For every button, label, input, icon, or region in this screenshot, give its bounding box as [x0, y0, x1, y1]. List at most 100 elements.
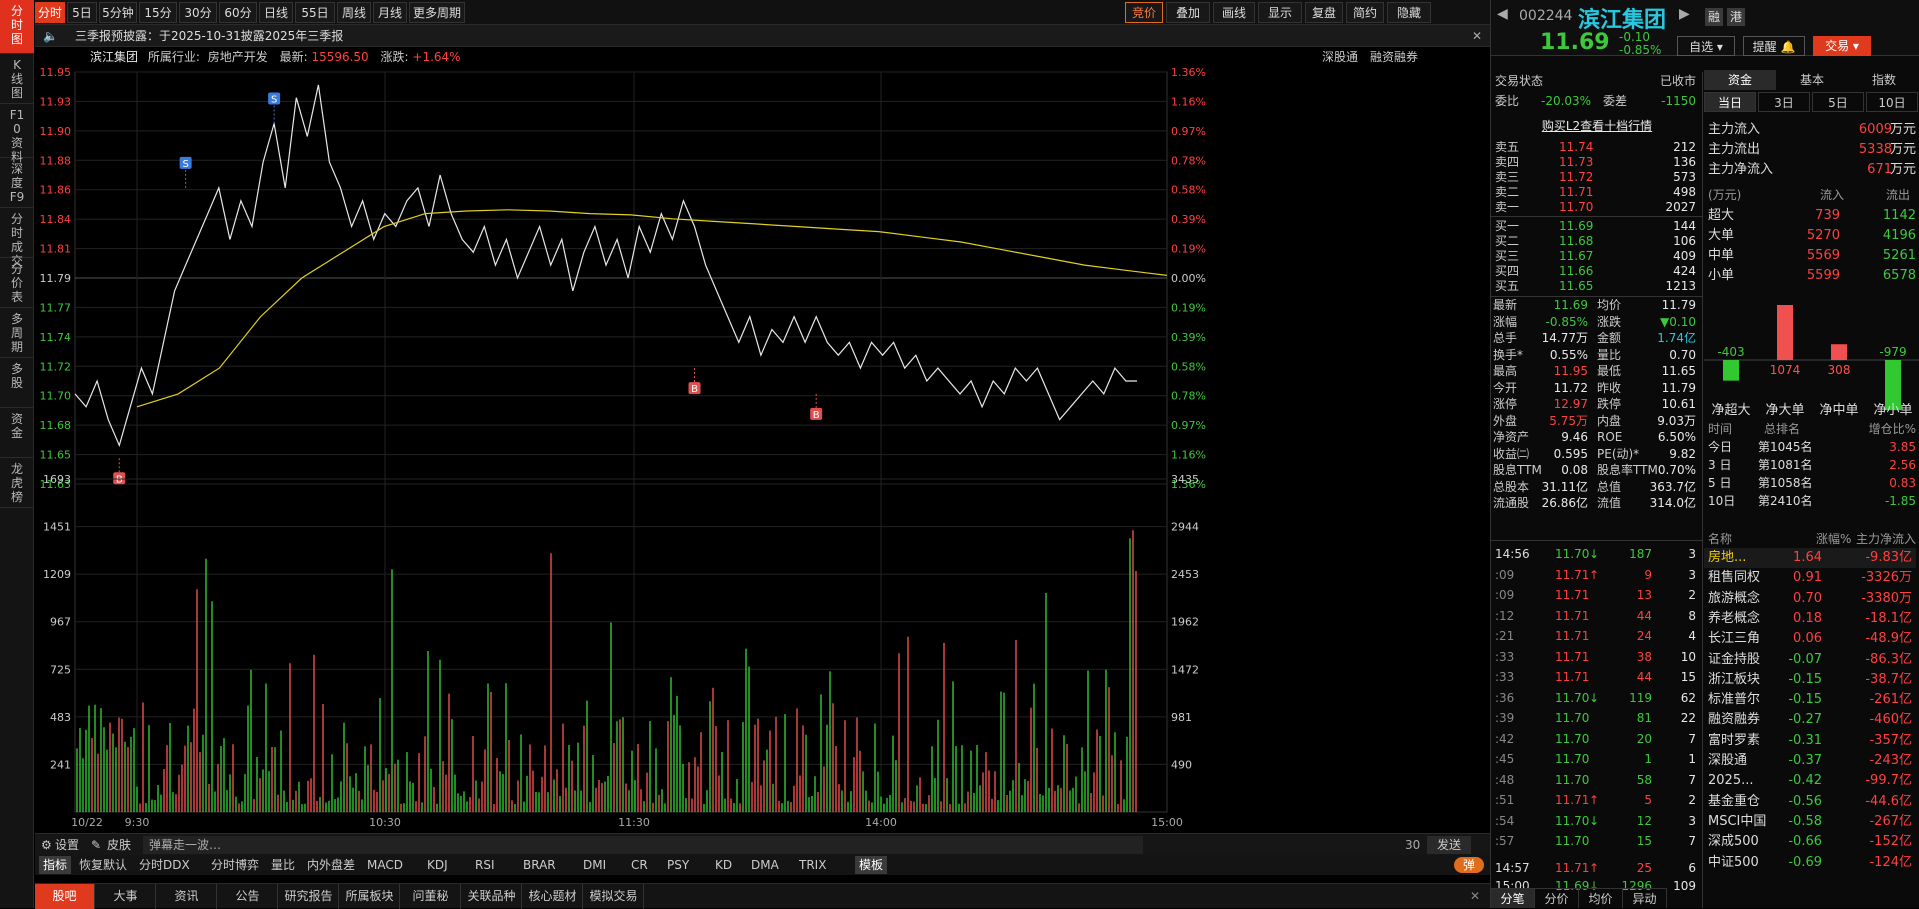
- fund-tab-2[interactable]: 指数: [1848, 70, 1919, 90]
- danmu-input[interactable]: 弹幕走一波…: [143, 836, 1143, 854]
- fund-tab-1[interactable]: 基本: [1776, 70, 1848, 90]
- send-button[interactable]: 发送: [1427, 836, 1471, 854]
- margin-badge[interactable]: 融: [1705, 8, 1723, 26]
- indicator-tab-13[interactable]: KD: [711, 856, 736, 874]
- indicator-tab-3[interactable]: 分时博弈: [207, 856, 263, 874]
- indicator-tab-5[interactable]: 内外盘差: [303, 856, 359, 874]
- danmu-toggle[interactable]: 弹: [1454, 857, 1484, 873]
- indicator-tab-2[interactable]: 分时DDX: [135, 856, 194, 874]
- period-tab-4[interactable]: 30分钟: [179, 2, 217, 41]
- skin-button[interactable]: 皮肤: [107, 834, 131, 856]
- period-tab-7[interactable]: 55日线: [295, 2, 335, 41]
- leftbar-item-9[interactable]: 龙虎榜: [0, 458, 34, 508]
- indicator-tab-12[interactable]: PSY: [663, 856, 693, 874]
- fund-tab-0[interactable]: 资金: [1704, 70, 1776, 90]
- sector-row[interactable]: 深成500 -0.66 -152亿: [1704, 832, 1916, 852]
- hk-badge[interactable]: 港: [1727, 8, 1745, 26]
- period-tab-10[interactable]: 更多周期: [409, 2, 465, 23]
- tick-tab-3[interactable]: 异动: [1623, 888, 1667, 908]
- trade-button[interactable]: 交易 ▾: [1813, 36, 1871, 56]
- sector-header-cell[interactable]: 主力净流入: [1856, 530, 1916, 548]
- sector-row[interactable]: 租售同权 0.91 -3326万: [1704, 568, 1916, 588]
- leftbar-item-6[interactable]: 多周期: [0, 308, 34, 358]
- period-tab-9[interactable]: 月线: [373, 2, 407, 23]
- prev-stock-arrow-icon[interactable]: ◀: [1497, 6, 1508, 22]
- leftbar-item-3[interactable]: 深度F9: [0, 158, 34, 208]
- fund-period-1[interactable]: 3日: [1758, 92, 1810, 112]
- indicator-tab-14[interactable]: DMA: [747, 856, 783, 874]
- toolbar-right-6[interactable]: 隐藏: [1387, 2, 1431, 23]
- sector-row[interactable]: 富时罗素 -0.31 -357亿: [1704, 731, 1916, 751]
- info-tab-8[interactable]: 核心题材: [523, 884, 583, 909]
- tick-tab-0[interactable]: 分笔: [1491, 888, 1535, 908]
- sector-row[interactable]: MSCI中国 -0.58 -267亿: [1704, 812, 1916, 832]
- fund-period-2[interactable]: 5日: [1812, 92, 1864, 112]
- info-tab-1[interactable]: 大事: [96, 884, 156, 909]
- next-stock-arrow-icon[interactable]: ▶: [1679, 6, 1690, 22]
- period-tab-0[interactable]: 分时: [35, 2, 65, 23]
- sector-row[interactable]: 房地... 1.64 -9.83亿: [1704, 548, 1916, 568]
- sector-header-cell[interactable]: 涨幅%: [1816, 530, 1851, 548]
- indicator-tab-7[interactable]: KDJ: [423, 856, 452, 874]
- toolbar-right-2[interactable]: 画线: [1213, 2, 1255, 23]
- period-tab-3[interactable]: 15分钟: [139, 2, 177, 41]
- sector-row[interactable]: 长江三角 0.06 -48.9亿: [1704, 629, 1916, 649]
- info-tab-7[interactable]: 关联品种: [462, 884, 522, 909]
- info-tab-2[interactable]: 资讯: [157, 884, 217, 909]
- leftbar-item-8[interactable]: 资金: [0, 408, 34, 458]
- info-tab-4[interactable]: 研究报告: [279, 884, 339, 909]
- sector-row[interactable]: 浙江板块 -0.15 -38.7亿: [1704, 670, 1916, 690]
- sector-header-cell[interactable]: 名称: [1708, 530, 1732, 548]
- leftbar-item-2[interactable]: F10资料: [0, 104, 34, 164]
- period-tab-2[interactable]: 5分钟: [99, 2, 137, 23]
- sector-row[interactable]: 证金持股 -0.07 -86.3亿: [1704, 650, 1916, 670]
- toolbar-right-0[interactable]: 竞价: [1125, 2, 1163, 23]
- intraday-chart[interactable]: 11.95 1.36% 11.93 1.16% 11.90 0.97% 11.88 0.78%…: [35, 66, 1490, 840]
- indicator-tab-1[interactable]: 恢复默认: [75, 856, 131, 874]
- period-tab-1[interactable]: 5日: [67, 2, 97, 23]
- sector-row[interactable]: 中证500 -0.69 -124亿: [1704, 853, 1916, 873]
- indicator-tab-9[interactable]: BRAR: [519, 856, 560, 874]
- toolbar-right-1[interactable]: 叠加: [1166, 2, 1210, 23]
- fund-period-0[interactable]: 当日: [1704, 92, 1756, 112]
- hk-connect-link[interactable]: 深股通: [1322, 47, 1358, 67]
- sector-row[interactable]: 旅游概念 0.70 -3380万: [1704, 589, 1916, 609]
- info-tab-5[interactable]: 所属板块: [340, 884, 400, 909]
- settings-button[interactable]: 设置: [55, 834, 79, 856]
- info-tab-6[interactable]: 问董秘: [401, 884, 461, 909]
- indicator-tab-4[interactable]: 量比: [267, 856, 299, 874]
- close-icon[interactable]: ✕: [1472, 25, 1482, 47]
- indicator-tab-11[interactable]: CR: [627, 856, 652, 874]
- indicator-tab-16[interactable]: 模板: [855, 856, 888, 874]
- leftbar-item-5[interactable]: 分价表: [0, 258, 34, 308]
- info-tab-0[interactable]: 股吧: [35, 884, 95, 909]
- toolbar-right-3[interactable]: 显示: [1258, 2, 1302, 23]
- period-tab-6[interactable]: 日线: [259, 2, 293, 23]
- sector-row[interactable]: 深股通 -0.37 -243亿: [1704, 751, 1916, 771]
- sector-row[interactable]: 2025... -0.42 -99.7亿: [1704, 771, 1916, 791]
- sector-row[interactable]: 标准普尔 -0.15 -261亿: [1704, 690, 1916, 710]
- period-tab-5[interactable]: 60分钟: [219, 2, 257, 41]
- leftbar-item-1[interactable]: K线图: [0, 54, 34, 104]
- indicator-tab-0[interactable]: 指标: [39, 856, 72, 874]
- sector-row[interactable]: 基金重仓 -0.56 -44.6亿: [1704, 792, 1916, 812]
- indicator-tab-6[interactable]: MACD: [363, 856, 407, 874]
- leftbar-item-0[interactable]: 分时图: [0, 0, 34, 54]
- indicator-tab-15[interactable]: TRIX: [795, 856, 830, 874]
- leftbar-item-7[interactable]: 多股: [0, 358, 34, 408]
- remind-button[interactable]: 提醒 🔔: [1743, 36, 1805, 56]
- add-watchlist-button[interactable]: 自选 ▾: [1677, 36, 1735, 56]
- l2-link[interactable]: 购买L2查看十档行情: [1491, 117, 1703, 135]
- settings-icon[interactable]: ⚙: [41, 834, 52, 856]
- toolbar-right-5[interactable]: 简约: [1346, 2, 1384, 23]
- info-tab-3[interactable]: 公告: [218, 884, 278, 909]
- close-panel-icon[interactable]: ✕: [1470, 884, 1480, 909]
- sector-row[interactable]: 养老概念 0.18 -18.1亿: [1704, 609, 1916, 629]
- fund-period-3[interactable]: 10日: [1866, 92, 1918, 112]
- period-tab-8[interactable]: 周线: [337, 2, 371, 23]
- info-tab-9[interactable]: 模拟交易: [584, 884, 644, 909]
- margin-link[interactable]: 融资融券: [1370, 47, 1418, 67]
- tick-tab-1[interactable]: 分价: [1535, 888, 1579, 908]
- indicator-tab-8[interactable]: RSI: [471, 856, 499, 874]
- sector-row[interactable]: 融资融券 -0.27 -460亿: [1704, 710, 1916, 730]
